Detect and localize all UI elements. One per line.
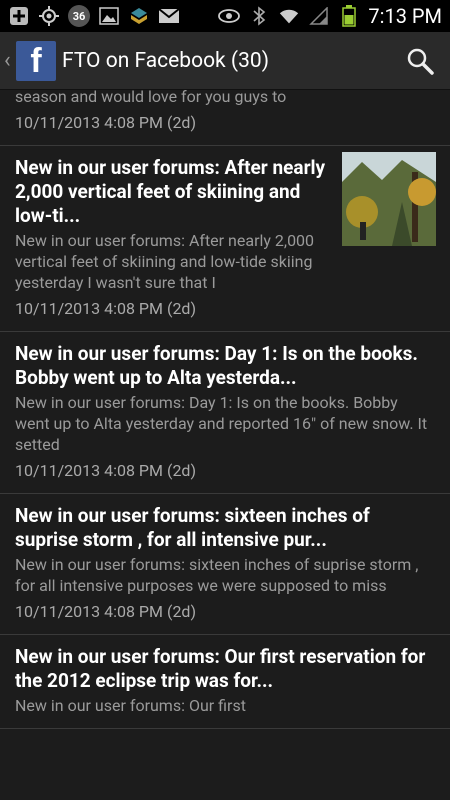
item-title: New in our user forums: After nearly 2,0… — [15, 156, 326, 227]
list-item[interactable]: season and would love for you guys to 10… — [0, 90, 450, 146]
item-date: 10/11/2013 4:08 PM (2d) — [15, 299, 197, 318]
clock: 7:13 PM — [368, 4, 442, 28]
gmail-icon — [158, 5, 180, 27]
item-date: 10/11/2013 4:08 PM (2d) — [15, 113, 197, 132]
bluetooth-icon — [248, 5, 270, 27]
back-chevron-icon[interactable]: ‹ — [4, 48, 16, 73]
action-bar: ‹ f FTO on Facebook (30) — [0, 32, 450, 90]
item-title: New in our user forums: Our first reserv… — [15, 645, 426, 692]
search-button[interactable] — [400, 41, 440, 81]
image-icon — [98, 5, 120, 27]
wifi-icon — [278, 5, 300, 27]
list-item-text: New in our user forums: Day 1: Is on the… — [15, 342, 436, 481]
item-title: New in our user forums: Day 1: Is on the… — [15, 342, 418, 389]
item-title: New in our user forums: sixteen inches o… — [15, 504, 370, 551]
add-notification-icon — [8, 5, 30, 27]
list-item-text: season and would love for you guys to 10… — [15, 90, 436, 133]
list-item[interactable]: New in our user forums: Day 1: Is on the… — [0, 332, 450, 494]
item-thumbnail[interactable] — [342, 152, 436, 246]
item-snippet: New in our user forums: Our first — [15, 696, 246, 715]
item-snippet: New in our user forums: sixteen inches o… — [15, 555, 419, 595]
eye-icon — [218, 5, 241, 27]
list-item[interactable]: New in our user forums: After nearly 2,0… — [0, 146, 450, 332]
gps-icon — [38, 5, 60, 27]
page-title: FTO on Facebook (30) — [62, 48, 270, 73]
item-snippet: New in our user forums: Day 1: Is on the… — [15, 393, 428, 454]
item-snippet: season and would love for you guys to — [15, 90, 287, 106]
battery-icon — [338, 5, 360, 27]
facebook-logo-icon[interactable]: f — [16, 40, 56, 81]
search-icon — [407, 48, 434, 75]
item-date: 10/11/2013 4:08 PM (2d) — [15, 461, 197, 480]
signal-icon — [308, 5, 330, 27]
status-bar: 36 7:13 PM — [0, 0, 450, 32]
list-item-text: New in our user forums: After nearly 2,0… — [15, 156, 332, 319]
list-item[interactable]: New in our user forums: Our first reserv… — [0, 635, 450, 729]
status-left: 36 — [8, 5, 180, 27]
list-item-text: New in our user forums: sixteen inches o… — [15, 504, 436, 622]
status-right: 7:13 PM — [218, 4, 442, 28]
feed-list[interactable]: season and would love for you guys to 10… — [0, 90, 450, 800]
app-notification-icon — [128, 5, 150, 27]
list-item[interactable]: New in our user forums: sixteen inches o… — [0, 494, 450, 635]
item-snippet: New in our user forums: After nearly 2,0… — [15, 231, 315, 292]
item-date: 10/11/2013 4:08 PM (2d) — [15, 602, 197, 621]
notification-count-badge: 36 — [68, 5, 90, 27]
list-item-text: New in our user forums: Our first reserv… — [15, 645, 436, 716]
